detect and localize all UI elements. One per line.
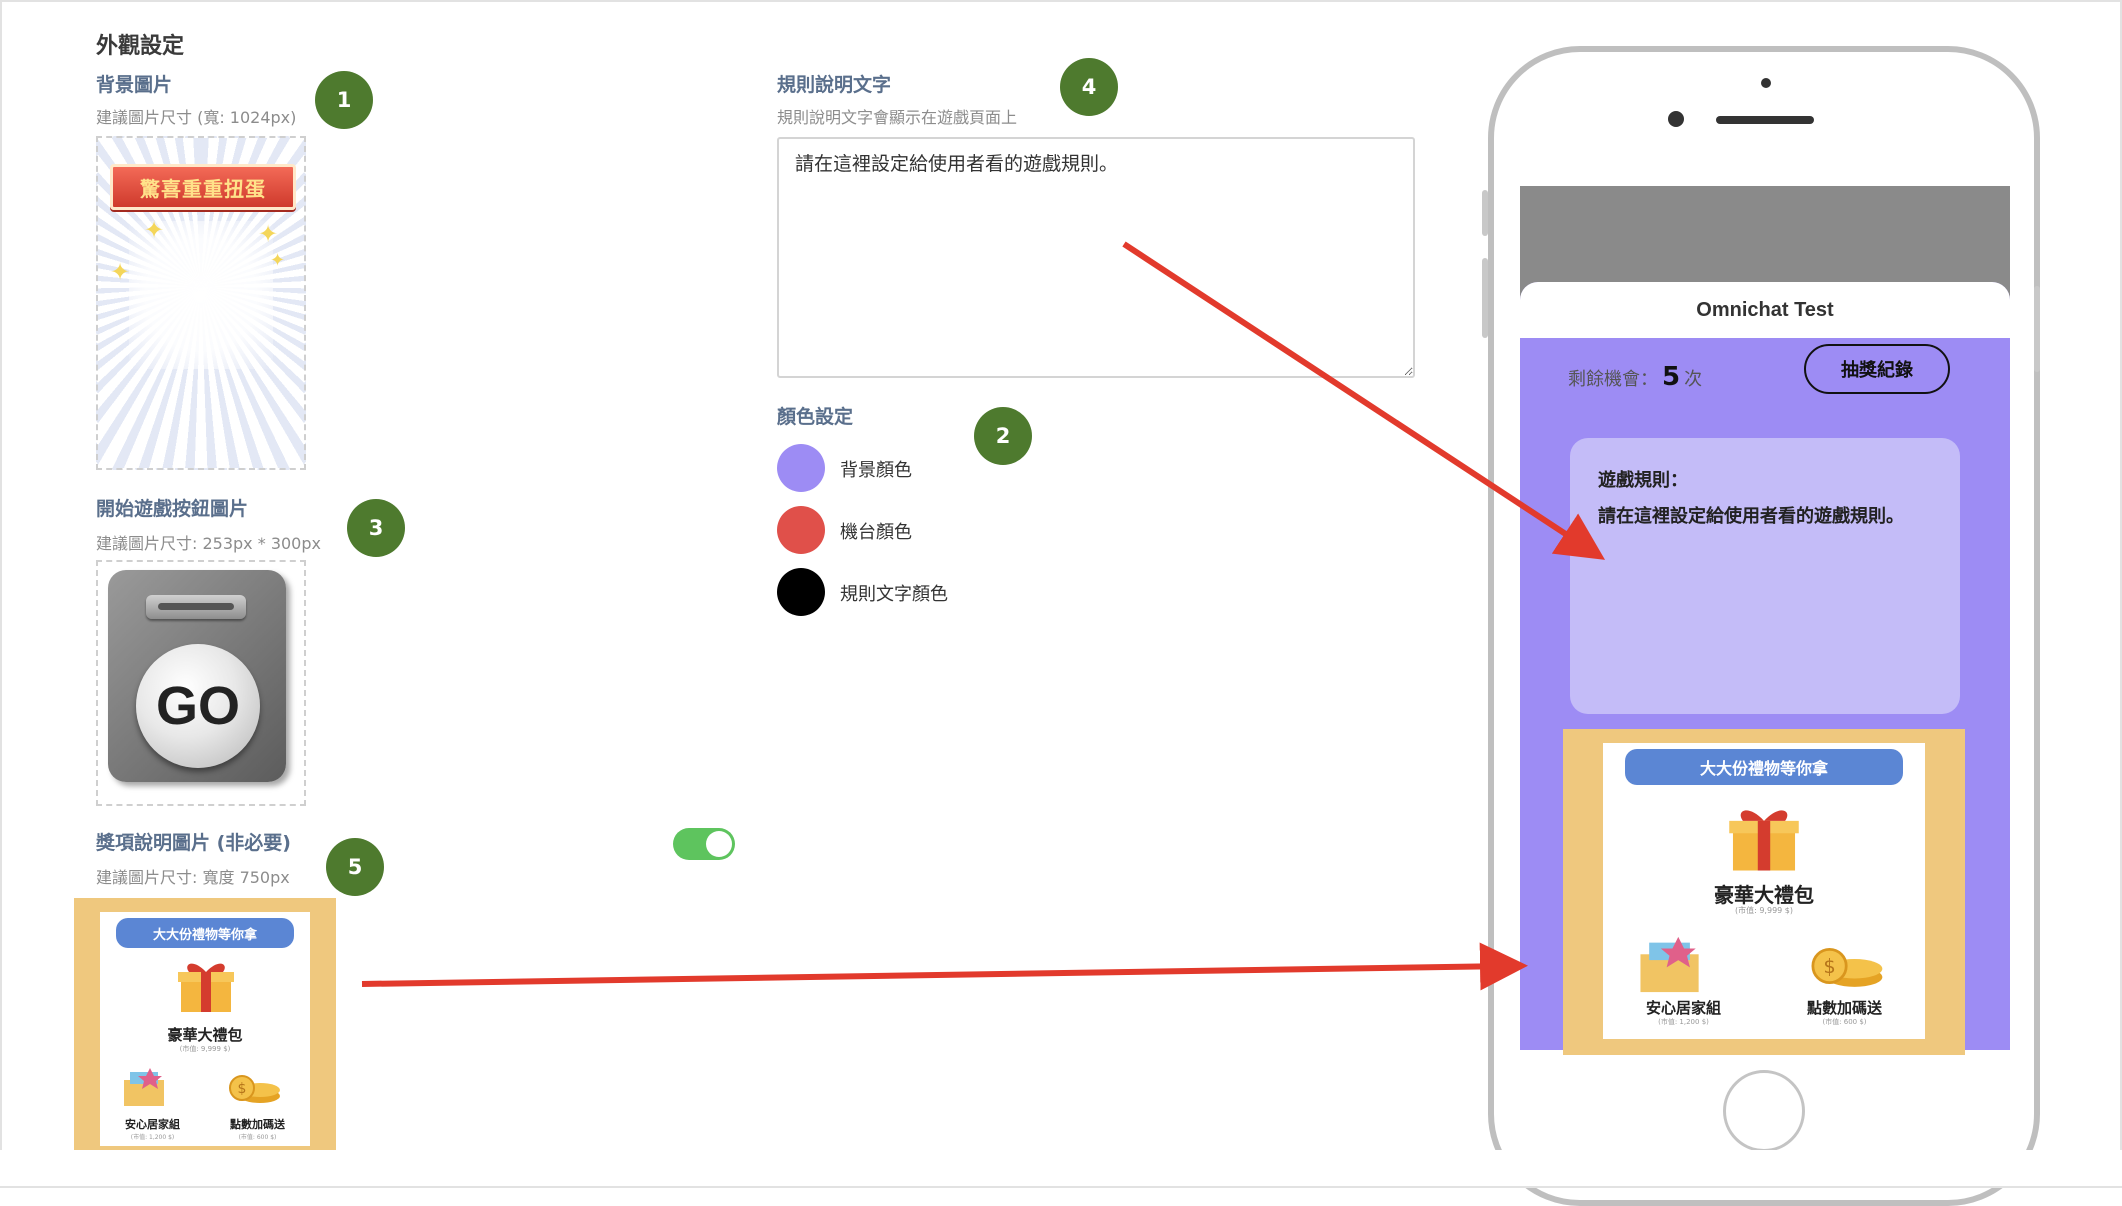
chances-label: 剩餘機會： bbox=[1568, 369, 1658, 390]
prize-2-name: 安心居家組 bbox=[125, 1118, 180, 1131]
svg-text:$: $ bbox=[238, 1081, 247, 1097]
background-image-upload[interactable]: 驚喜重重扭蛋 ✦ ✦ ✦ ✦ bbox=[96, 136, 306, 470]
prize-card-header: 大大份禮物等你拿 bbox=[116, 918, 294, 948]
bottom-cover bbox=[0, 1150, 2122, 1188]
background-color-swatch[interactable] bbox=[777, 444, 825, 492]
phone-side-button bbox=[1482, 190, 1488, 236]
background-image-label: 背景圖片 bbox=[96, 74, 173, 96]
sparkle-icon: ✦ bbox=[144, 216, 165, 244]
gift-icon bbox=[1729, 810, 1799, 871]
background-image-hint: 建議圖片尺寸 (寬: 1024px) bbox=[96, 108, 297, 127]
phone-prize-3-name: 點數加碼送 bbox=[1806, 999, 1882, 1017]
color-settings-label: 顏色設定 bbox=[777, 406, 854, 428]
phone-camera-icon bbox=[1761, 78, 1771, 88]
background-color-label: 背景顏色 bbox=[840, 460, 912, 481]
app-title: Omnichat Test bbox=[1520, 282, 2010, 338]
rules-text-color-label: 規則文字顏色 bbox=[840, 584, 948, 605]
sparkle-icon: ✦ bbox=[258, 220, 279, 248]
coins-icon: $ bbox=[229, 1075, 280, 1103]
toggle-knob bbox=[706, 831, 732, 857]
main-prize-name: 豪華大禮包 bbox=[167, 1026, 243, 1044]
arrow-prize-to-preview bbox=[361, 942, 1528, 991]
badge-4: 4 bbox=[1060, 58, 1118, 116]
chances-remaining: 剩餘機會： 5 次 bbox=[1568, 362, 1702, 392]
svg-text:$: $ bbox=[1823, 955, 1835, 978]
phone-prize-2-value: (市值: 1,200 $) bbox=[1658, 1018, 1709, 1026]
game-rules-body: 請在這裡設定給使用者看的遊戲規則。 bbox=[1598, 506, 1904, 527]
machine-color-swatch[interactable] bbox=[777, 506, 825, 554]
prize-3-name: 點數加碼送 bbox=[230, 1118, 285, 1131]
phone-power-button bbox=[2034, 286, 2040, 372]
phone-prize-card-header: 大大份禮物等你拿 bbox=[1625, 749, 1903, 785]
phone-sensor-icon bbox=[1668, 111, 1684, 127]
badge-1: 1 bbox=[315, 71, 373, 129]
prize-image-label: 獎項說明圖片 (非必要) bbox=[96, 832, 291, 854]
prize-3-value: (市值: 600 $) bbox=[238, 1134, 277, 1141]
rules-text-hint: 規則說明文字會顯示在遊戲頁面上 bbox=[777, 108, 1018, 127]
gift-icon bbox=[178, 963, 234, 1012]
prize-card-inner: 大大份禮物等你拿 豪華大禮包 (市值: 9,999 $) $ 安心居家組 (市值… bbox=[100, 912, 310, 1146]
background-banner: 驚喜重重扭蛋 bbox=[110, 164, 296, 210]
main-prize-value: (市值: 9,999 $) bbox=[179, 1045, 231, 1053]
phone-volume-button bbox=[1482, 258, 1488, 338]
prize-image-hint: 建議圖片尺寸: 寬度 750px bbox=[96, 868, 290, 887]
rules-text-color-swatch[interactable] bbox=[777, 568, 825, 616]
chances-count: 5 bbox=[1662, 362, 1681, 392]
phone-prize-3-value: (市值: 600 $) bbox=[1822, 1018, 1867, 1026]
phone-main-prize-value: (市值: 9,999 $) bbox=[1734, 906, 1793, 915]
rules-text-label: 規則說明文字 bbox=[777, 74, 892, 96]
phone-speaker-icon bbox=[1716, 116, 1814, 124]
start-button-image-upload[interactable]: GO bbox=[96, 560, 306, 806]
prize-image-upload[interactable]: 大大份禮物等你拿 豪華大禮包 (市值: 9,999 $) $ 安心居家組 (市值… bbox=[74, 898, 336, 1164]
chances-unit: 次 bbox=[1684, 369, 1703, 390]
badge-3: 3 bbox=[347, 499, 405, 557]
badge-5: 5 bbox=[326, 838, 384, 896]
machine-color-label: 機台顏色 bbox=[840, 522, 912, 543]
section-title: 外觀設定 bbox=[96, 34, 185, 59]
coin-slot-icon bbox=[146, 595, 246, 619]
rules-text-input[interactable]: 請在這裡設定給使用者看的遊戲規則。 bbox=[777, 137, 1415, 378]
home-set-icon bbox=[124, 1068, 164, 1106]
coins-icon: $ bbox=[1811, 947, 1883, 987]
game-rules-title: 遊戲規則： bbox=[1598, 470, 1688, 491]
phone-home-button bbox=[1723, 1070, 1805, 1152]
sparkle-icon: ✦ bbox=[110, 258, 131, 286]
phone-prize-card: 大大份禮物等你拿 豪華大禮包 (市值: 9,999 $) $ 安心居家組 (市值… bbox=[1563, 729, 1965, 1055]
phone-prize-card-inner: 大大份禮物等你拿 豪華大禮包 (市值: 9,999 $) $ 安心居家組 (市值… bbox=[1603, 743, 1925, 1039]
go-button-preview: GO bbox=[108, 570, 286, 782]
game-rules-box: 遊戲規則： 請在這裡設定給使用者看的遊戲規則。 bbox=[1570, 438, 1960, 714]
badge-2: 2 bbox=[974, 407, 1032, 465]
prize-2-value: (市值: 1,200 $) bbox=[130, 1134, 175, 1141]
start-button-image-hint: 建議圖片尺寸: 253px * 300px bbox=[96, 534, 321, 553]
start-button-image-label: 開始遊戲按鈕圖片 bbox=[96, 498, 249, 520]
go-ball: GO bbox=[136, 644, 260, 768]
draw-record-button[interactable]: 抽獎紀錄 bbox=[1804, 344, 1950, 394]
phone-main-prize-name: 豪華大禮包 bbox=[1714, 883, 1814, 907]
prize-image-toggle[interactable] bbox=[673, 828, 735, 860]
sparkle-icon: ✦ bbox=[270, 250, 286, 271]
home-set-icon bbox=[1640, 936, 1699, 993]
phone-prize-2-name: 安心居家組 bbox=[1645, 999, 1721, 1017]
